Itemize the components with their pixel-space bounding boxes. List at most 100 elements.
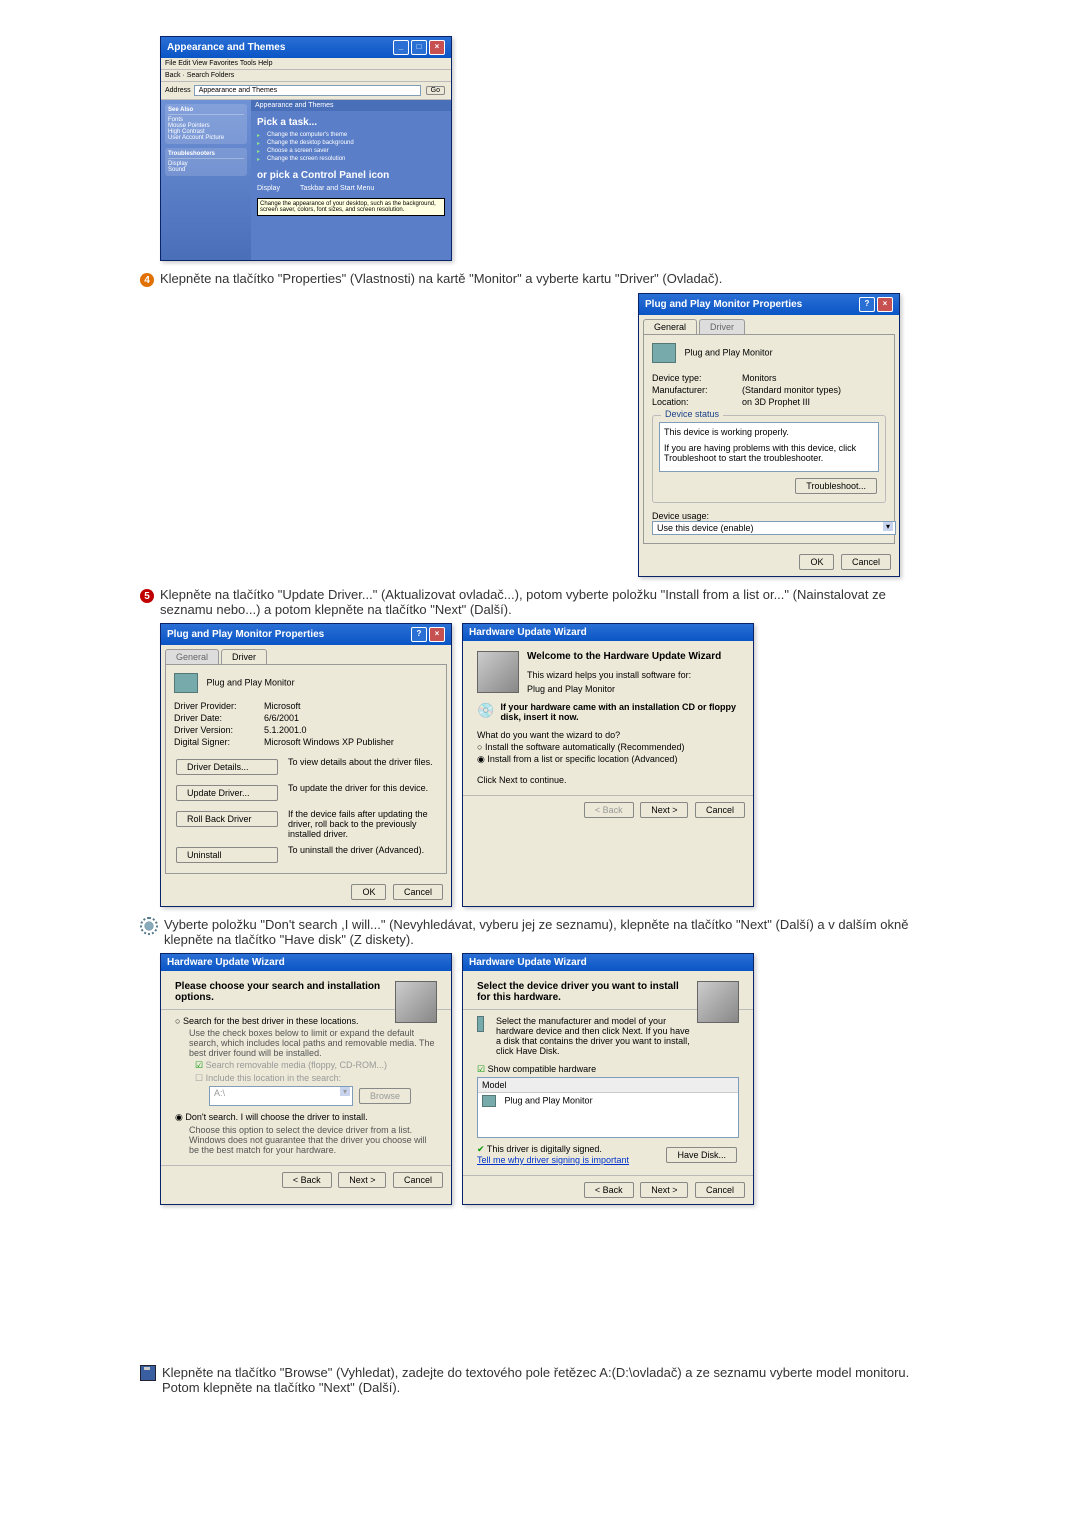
check-compatible[interactable]: Show compatible hardware — [477, 1064, 739, 1075]
wizard-icon — [395, 981, 437, 1023]
cancel-button[interactable]: Cancel — [695, 1182, 745, 1198]
tab-driver[interactable]: Driver — [699, 319, 745, 334]
window-buttons: _ □ × — [393, 40, 445, 55]
hardware-wizard-select: Hardware Update Wizard Select the device… — [462, 953, 754, 1205]
check-location: Include this location in the search: — [195, 1073, 437, 1084]
radio-list[interactable]: Install from a list or specific location… — [477, 754, 739, 765]
bullet-4-icon: 4 — [140, 273, 154, 287]
floppy-icon — [140, 1365, 156, 1381]
hardware-wizard-welcome: Hardware Update Wizard Welcome to the Ha… — [462, 623, 754, 907]
troubleshoot-button[interactable]: Troubleshoot... — [795, 478, 877, 494]
monitor-icon — [174, 673, 198, 693]
radio-dont-search[interactable]: Don't search. I will choose the driver t… — [175, 1112, 437, 1123]
minimize-icon[interactable]: _ — [393, 40, 409, 55]
appearance-themes-window: Appearance and Themes _ □ × File Edit Vi… — [160, 36, 452, 261]
hardware-wizard-search: Hardware Update Wizard Please choose you… — [160, 953, 452, 1205]
address-label: Address — [165, 87, 191, 94]
dialog-title: Hardware Update Wizard — [469, 957, 587, 968]
cancel-button[interactable]: Cancel — [393, 1172, 443, 1188]
category-header: Appearance and Themes — [251, 100, 451, 111]
menu-bar[interactable]: File Edit View Favorites Tools Help — [161, 58, 451, 70]
document-page: Appearance and Themes _ □ × File Edit Vi… — [0, 0, 1080, 1439]
tab-driver[interactable]: Driver — [221, 649, 267, 664]
maximize-icon[interactable]: □ — [411, 40, 427, 55]
help-icon[interactable]: ? — [411, 627, 427, 642]
dialog-title: Hardware Update Wizard — [469, 627, 587, 638]
back-button[interactable]: < Back — [282, 1172, 332, 1188]
monitor-icon — [482, 1095, 496, 1107]
see-also-box: See Also Fonts Mouse Pointers High Contr… — [165, 104, 247, 144]
check-removable: Search removable media (floppy, CD-ROM..… — [195, 1060, 437, 1071]
tab-general[interactable]: General — [643, 319, 697, 334]
monitor-properties-general: Plug and Play Monitor Properties ? × Gen… — [638, 293, 900, 577]
sidebar: See Also Fonts Mouse Pointers High Contr… — [161, 100, 251, 260]
wizard-icon — [697, 981, 739, 1023]
cp-icon-display[interactable]: Display — [257, 185, 280, 192]
dialog-title: Hardware Update Wizard — [167, 957, 285, 968]
signed-icon: ✔ — [477, 1144, 485, 1154]
model-list-item[interactable]: Plug and Play Monitor — [478, 1093, 738, 1109]
task-link[interactable]: Change the desktop background — [257, 140, 445, 146]
signing-link[interactable]: Tell me why driver signing is important — [477, 1155, 629, 1165]
next-button[interactable]: Next > — [640, 1182, 688, 1198]
tab-general[interactable]: General — [165, 649, 219, 664]
main-panel: Appearance and Themes Pick a task... Cha… — [251, 100, 451, 260]
cancel-button[interactable]: Cancel — [393, 884, 443, 900]
next-button[interactable]: Next > — [338, 1172, 386, 1188]
pick-task-heading: Pick a task... — [257, 117, 445, 128]
browse-button: Browse — [359, 1088, 411, 1104]
ok-button[interactable]: OK — [351, 884, 386, 900]
task-link[interactable]: Change the computer's theme — [257, 132, 445, 138]
sidebar-link[interactable]: User Account Picture — [168, 135, 244, 141]
back-button[interactable]: < Back — [584, 1182, 634, 1198]
device-name: Plug and Play Monitor — [685, 347, 773, 357]
have-disk-button[interactable]: Have Disk... — [666, 1147, 737, 1163]
window-titlebar: Appearance and Themes _ □ × — [161, 37, 451, 58]
close-icon[interactable]: × — [429, 40, 445, 55]
driver-details-button[interactable]: Driver Details... — [176, 759, 278, 775]
next-button[interactable]: Next > — [640, 802, 688, 818]
address-bar[interactable]: Appearance and Themes — [194, 85, 421, 96]
final-text: Klepněte na tlačítko "Browse" (Vyhledat)… — [162, 1365, 940, 1395]
cp-icon-taskbar[interactable]: Taskbar and Start Menu — [300, 185, 374, 192]
dialog-title: Plug and Play Monitor Properties — [645, 299, 802, 310]
step-4: 4 Klepněte na tlačítko "Properties" (Vla… — [140, 271, 940, 287]
wizard-icon — [477, 651, 519, 693]
cancel-button[interactable]: Cancel — [841, 554, 891, 570]
bullet-5-icon: 5 — [140, 589, 154, 603]
dialog-title: Plug and Play Monitor Properties — [167, 629, 324, 640]
window-title: Appearance and Themes — [167, 42, 285, 53]
ok-button[interactable]: OK — [799, 554, 834, 570]
device-usage-select[interactable]: Use this device (enable) — [652, 521, 896, 535]
step-5-text: Klepněte na tlačítko "Update Driver..." … — [160, 587, 940, 617]
update-driver-button[interactable]: Update Driver... — [176, 785, 278, 801]
task-link[interactable]: Choose a screen saver — [257, 148, 445, 154]
monitor-icon — [652, 343, 676, 363]
path-input: A:\ — [209, 1086, 353, 1106]
sidebar-link[interactable]: Sound — [168, 167, 244, 173]
step-6: Vyberte položku "Don't search ,I will...… — [140, 917, 940, 947]
pick-icon-heading: or pick a Control Panel icon — [257, 170, 445, 181]
final-step: Klepněte na tlačítko "Browse" (Vyhledat)… — [140, 1365, 940, 1395]
monitor-properties-driver: Plug and Play Monitor Properties ? × Gen… — [160, 623, 452, 907]
nav-toolbar[interactable]: Back · Search Folders — [161, 70, 451, 82]
troubleshooters-box: Troubleshooters Display Sound — [165, 148, 247, 176]
tooltip: Change the appearance of your desktop, s… — [257, 198, 445, 216]
monitor-icon — [477, 1016, 484, 1032]
window-body: See Also Fonts Mouse Pointers High Contr… — [161, 100, 451, 260]
rollback-driver-button[interactable]: Roll Back Driver — [176, 811, 278, 827]
help-icon[interactable]: ? — [859, 297, 875, 312]
cd-icon: 💿 — [477, 702, 494, 719]
gear-icon — [140, 917, 158, 935]
task-link[interactable]: Change the screen resolution — [257, 156, 445, 162]
close-icon[interactable]: × — [429, 627, 445, 642]
device-usage-label: Device usage: — [652, 511, 886, 521]
close-icon[interactable]: × — [877, 297, 893, 312]
step-6-text: Vyberte položku "Don't search ,I will...… — [164, 917, 940, 947]
radio-auto[interactable]: Install the software automatically (Reco… — [477, 742, 739, 752]
go-button[interactable]: Go — [426, 86, 445, 95]
step-4-text: Klepněte na tlačítko "Properties" (Vlast… — [160, 271, 940, 286]
cancel-button[interactable]: Cancel — [695, 802, 745, 818]
uninstall-button[interactable]: Uninstall — [176, 847, 278, 863]
back-button: < Back — [584, 802, 634, 818]
